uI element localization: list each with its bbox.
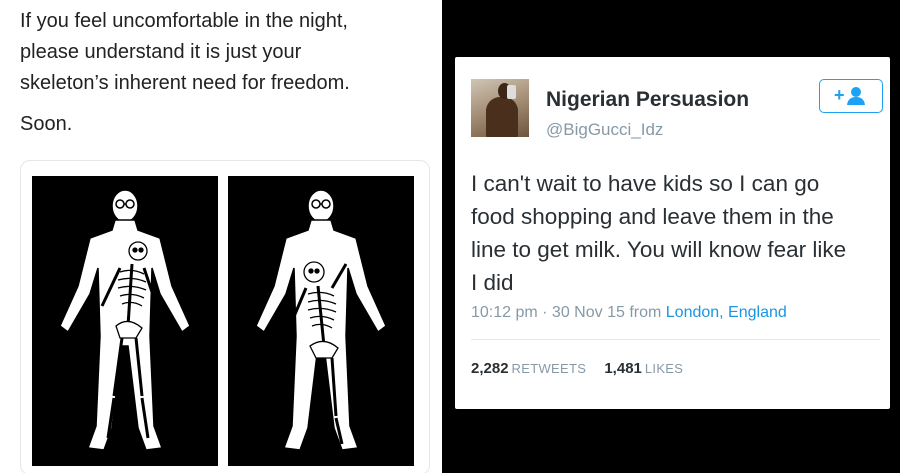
left-post-line: skeleton’s inherent need for freedom. <box>20 72 350 94</box>
svg-text:+: + <box>834 86 845 105</box>
tweet-text: I can't wait to have kids so I can go fo… <box>471 167 881 299</box>
left-post-line: please understand it is just your <box>20 41 302 63</box>
avatar[interactable] <box>471 79 529 137</box>
author-name[interactable]: Nigerian Persuasion <box>546 88 749 112</box>
retweets-count[interactable]: 2,282 <box>471 360 509 377</box>
left-post: If you feel uncomfortable in the night, … <box>0 0 442 473</box>
likes-label[interactable]: LIKES <box>645 361 683 376</box>
tweet-text-line: I can't wait to have kids so I can go <box>471 171 820 196</box>
left-post-line: If you feel uncomfortable in the night, <box>20 10 348 32</box>
tweet-text-line: food shopping and leave them in the <box>471 204 834 229</box>
tweet-text-line: line to get milk. You will know fear lik… <box>471 237 847 262</box>
tweet-timestamp[interactable]: 10:12 pm · 30 Nov 15 from <box>471 304 661 321</box>
comic-panel-2 <box>228 176 414 466</box>
retweets-label[interactable]: RETWEETS <box>512 361 587 376</box>
author-handle[interactable]: @BigGucci_Idz <box>546 120 663 140</box>
skeleton-comic-drawing-2 <box>255 189 387 451</box>
tweet-metadata: 10:12 pm · 30 Nov 15 from London, Englan… <box>471 304 787 322</box>
left-post-closing: Soon. <box>20 113 73 135</box>
tweet-text-line: I did <box>471 270 514 295</box>
skeleton-comic-drawing-1 <box>59 189 191 451</box>
tweet-location-link[interactable]: London, England <box>666 304 787 321</box>
divider <box>471 339 880 340</box>
tweet-stats: 2,282 RETWEETS 1,481 LIKES <box>471 360 697 377</box>
follow-button[interactable]: + <box>819 79 883 113</box>
comic-panel-1 <box>32 176 218 466</box>
add-user-icon: + <box>834 86 865 105</box>
tweet-card: Nigerian Persuasion @BigGucci_Idz + I ca… <box>455 57 890 409</box>
left-post-text: If you feel uncomfortable in the night, … <box>20 6 430 140</box>
likes-count[interactable]: 1,481 <box>604 360 642 377</box>
